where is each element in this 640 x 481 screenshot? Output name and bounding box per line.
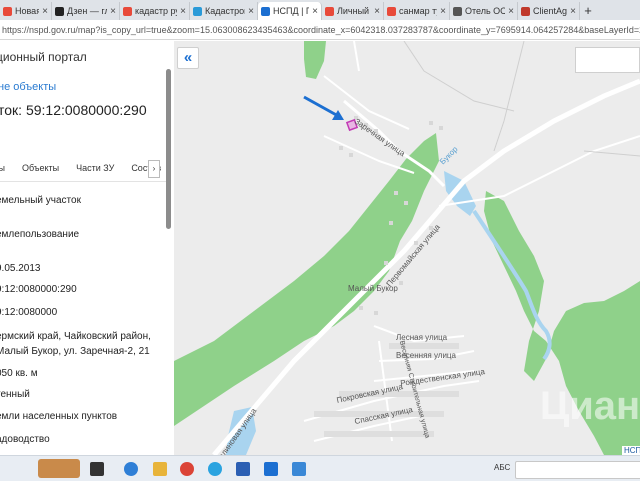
tab-favicon-icon: [3, 6, 12, 16]
tab-title: Новая вкл: [15, 6, 40, 16]
parcel-title: ток: 59:12:0080000:290: [0, 102, 147, 118]
tab-close-icon[interactable]: ×: [440, 6, 446, 17]
info-side-panel: ционный портал не объекты ток: 59:12:008…: [0, 41, 175, 455]
tab-close-icon[interactable]: ×: [508, 6, 514, 17]
portal-title: ционный портал: [0, 50, 87, 64]
tab-close-icon[interactable]: ×: [42, 6, 48, 17]
tab-close-icon[interactable]: ×: [374, 6, 380, 17]
tab-title: Кадастров: [205, 6, 246, 16]
panel-scrollbar[interactable]: [166, 69, 171, 229]
browser-tab[interactable]: Новая вкл×: [0, 2, 52, 20]
tab-close-icon[interactable]: ×: [570, 6, 576, 17]
field-area: 050 кв. м: [0, 368, 38, 379]
field-permitted-use: адоводство: [0, 434, 50, 445]
tab-title: санмар тур: [399, 6, 437, 16]
os-taskbar: АБС: [0, 455, 640, 481]
browser-tab[interactable]: кадастр ру ×: [120, 2, 190, 20]
word-icon[interactable]: [236, 462, 250, 476]
tab-favicon-icon: [387, 6, 396, 16]
tab-1[interactable]: сы: [0, 157, 5, 179]
tab-parts[interactable]: Части ЗУ: [76, 157, 114, 179]
tab-title: НСПД | Гео: [273, 6, 309, 16]
field-category: емли населенных пунктов: [0, 411, 118, 422]
label-malyi-bukor: Малый Букор: [348, 284, 398, 293]
taskbar-thumbnail-icon[interactable]: [38, 459, 80, 478]
app-icon-2[interactable]: [292, 462, 306, 476]
browser-tab[interactable]: Личный ка×: [322, 2, 384, 20]
tab-favicon-icon: [325, 6, 334, 16]
tab-title: ClientAgre: [533, 6, 568, 16]
new-tab-button[interactable]: +: [580, 2, 596, 20]
field-address-line1: ермский край, Чайковский район,: [0, 331, 151, 342]
watermark-logo: Циан: [540, 384, 640, 428]
browser-tab[interactable]: НСПД | Гео×: [258, 2, 322, 20]
browser-tab-strip: Новая вкл×Дзен — глаз×кадастр ру×Кадастр…: [0, 0, 640, 20]
chrome-icon[interactable]: [180, 462, 194, 476]
browser-tab[interactable]: санмар тур×: [384, 2, 450, 20]
address-bar[interactable]: https://nspd.gov.ru/map?is_copy_url=true…: [0, 20, 640, 40]
tab-objects[interactable]: Объекты: [22, 157, 59, 179]
tab-favicon-icon: [453, 6, 462, 16]
field-cadastral-number: 9:12:0080000:290: [0, 284, 77, 295]
browser-tab[interactable]: Кадастров ×: [190, 2, 258, 20]
collapse-panel-button[interactable]: «: [177, 47, 199, 69]
tab-close-icon[interactable]: ×: [180, 6, 186, 17]
tabs-divider: [0, 181, 166, 182]
field-status: тенный: [0, 389, 30, 400]
tab-favicon-icon: [261, 6, 270, 16]
tab-title: Личный ка: [337, 6, 371, 16]
file-explorer-icon[interactable]: [153, 462, 167, 476]
tab-close-icon[interactable]: ×: [248, 6, 254, 17]
map-search-input[interactable]: [575, 47, 640, 73]
field-address-line2: Малый Букор, ул. Заречная-2, 21: [0, 346, 150, 357]
browser-tab[interactable]: Отель ОСЕ×: [450, 2, 518, 20]
field-date: 9.05.2013: [0, 263, 41, 274]
tab-title: кадастр ру: [135, 6, 178, 16]
browser-tab[interactable]: ClientAgre×: [518, 2, 580, 20]
field-subtype: емлепользование: [0, 229, 80, 240]
telegram-icon[interactable]: [208, 462, 222, 476]
field-object-type: емельный участок: [0, 195, 81, 206]
field-quarter: 9:12:0080000: [0, 307, 58, 318]
app-icon[interactable]: [264, 462, 278, 476]
edge-browser-icon[interactable]: [124, 462, 138, 476]
tab-favicon-icon: [55, 6, 64, 16]
tab-favicon-icon: [123, 6, 132, 16]
tab-title: Дзен — глаз: [67, 6, 107, 16]
tabs-more-button[interactable]: ›: [148, 160, 160, 178]
tab-favicon-icon: [521, 6, 530, 16]
tab-close-icon[interactable]: ×: [312, 6, 318, 17]
tab-favicon-icon: [193, 6, 202, 16]
tab-close-icon[interactable]: ×: [110, 6, 116, 17]
panel-tabs: сы Объекты Части ЗУ Состав ›: [0, 157, 174, 179]
corner-label: НСП: [622, 446, 640, 455]
language-indicator[interactable]: АБС: [494, 463, 510, 472]
tab-title: Отель ОСЕ: [465, 6, 505, 16]
browser-tab[interactable]: Дзен — глаз×: [52, 2, 120, 20]
objects-link[interactable]: не объекты: [0, 81, 56, 93]
taskbar-search-input[interactable]: [515, 461, 640, 479]
task-view-icon[interactable]: [90, 462, 104, 476]
